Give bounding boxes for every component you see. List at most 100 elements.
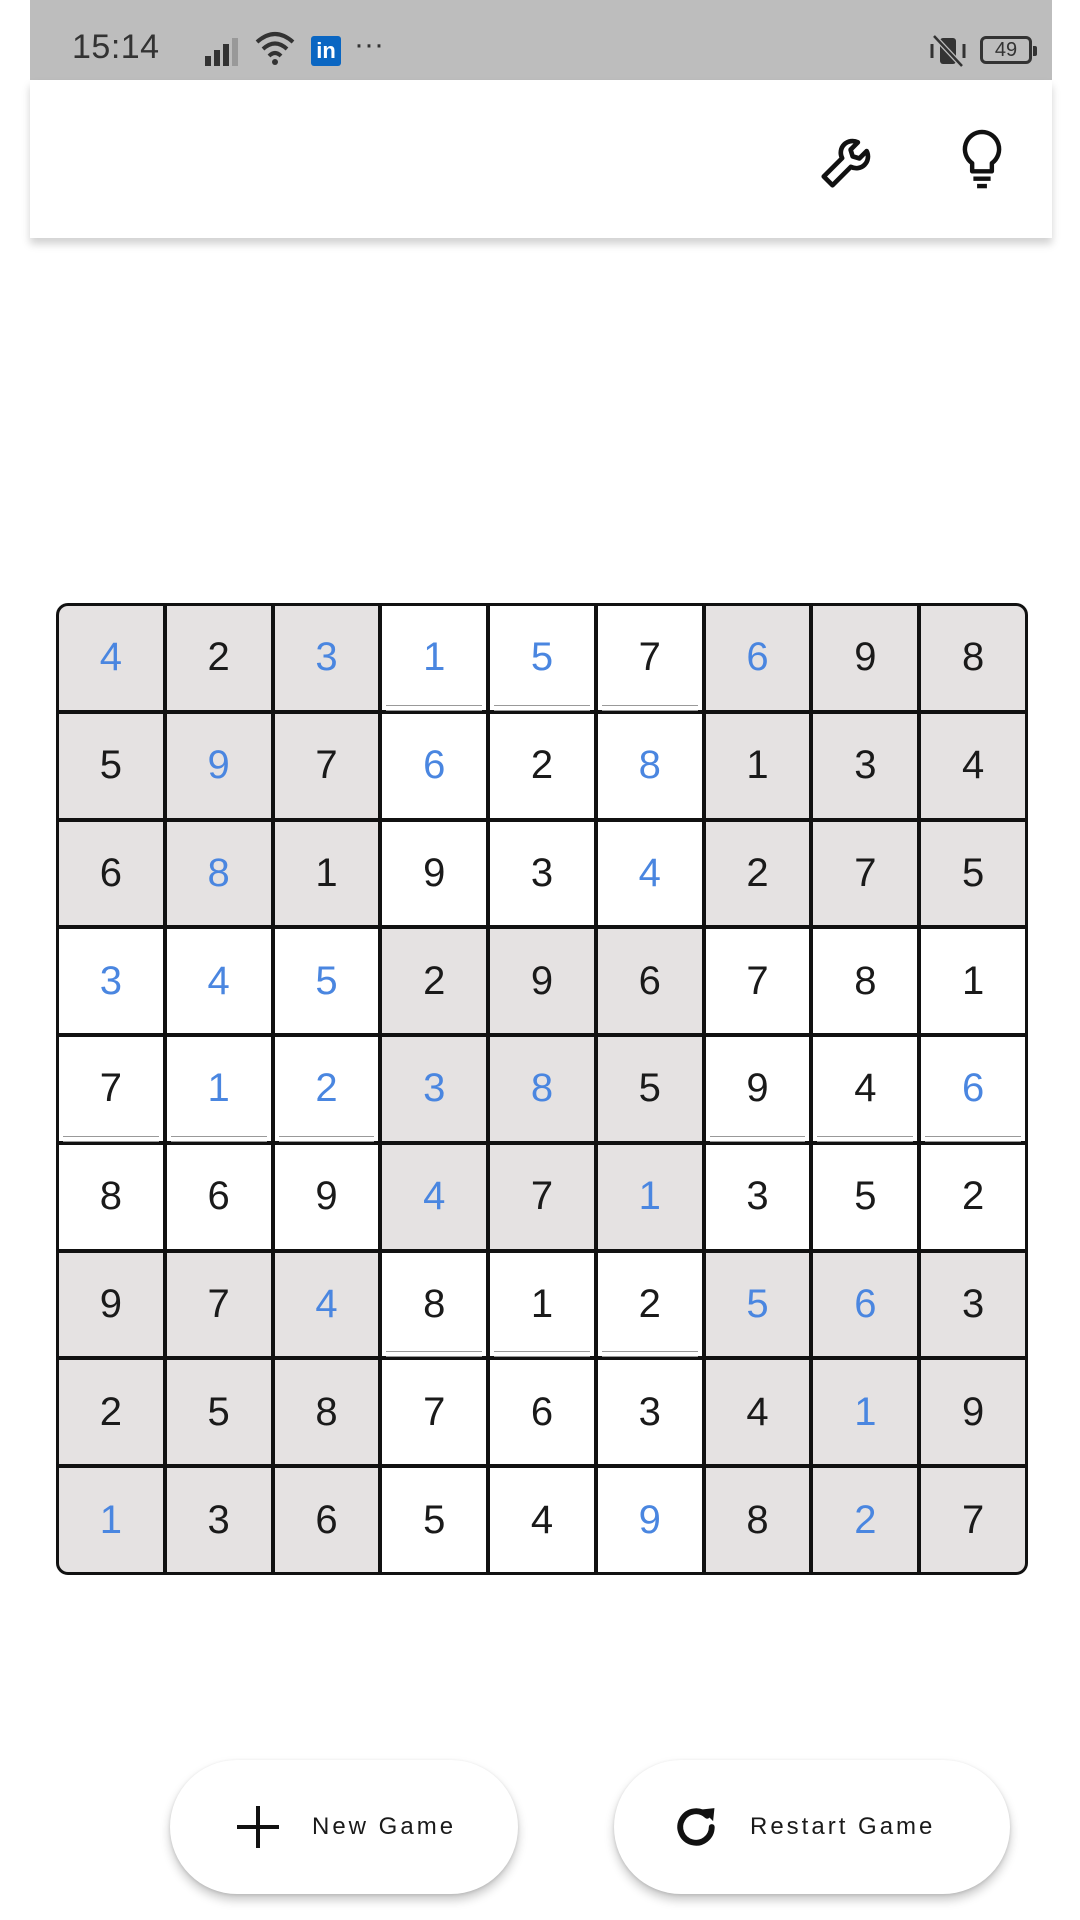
sudoku-cell[interactable]: 8 (274, 1360, 379, 1465)
sudoku-cell[interactable]: 3 (705, 1144, 810, 1249)
sudoku-cell[interactable]: 9 (705, 1037, 810, 1142)
sudoku-cell[interactable]: 6 (166, 1144, 271, 1249)
sudoku-cell[interactable]: 5 (705, 1252, 810, 1357)
new-game-label: New Game (312, 1813, 457, 1840)
sudoku-cell[interactable]: 4 (166, 929, 271, 1034)
restart-icon (666, 1797, 726, 1857)
sudoku-cell[interactable]: 7 (166, 1252, 271, 1357)
sudoku-cell[interactable]: 8 (382, 1252, 487, 1358)
sudoku-cell[interactable]: 3 (921, 1252, 1025, 1357)
sudoku-cell[interactable]: 1 (59, 1468, 163, 1572)
sudoku-cell[interactable]: 6 (274, 1468, 379, 1572)
sudoku-cell[interactable]: 8 (813, 929, 918, 1034)
restart-game-label: Restart Game (750, 1813, 936, 1840)
sudoku-cell[interactable]: 2 (59, 1360, 163, 1465)
restart-game-button[interactable]: Restart Game (614, 1760, 1010, 1894)
sudoku-cell[interactable]: 1 (813, 1360, 918, 1465)
status-bar: 15:14 in ··· 49 (30, 0, 1052, 80)
sudoku-cell[interactable]: 7 (274, 713, 379, 818)
sudoku-cell[interactable]: 7 (490, 1144, 594, 1249)
sudoku-cell[interactable]: 7 (59, 1037, 163, 1142)
sudoku-cell[interactable]: 4 (597, 821, 702, 926)
sudoku-cell[interactable]: 5 (274, 929, 379, 1034)
sudoku-cell[interactable]: 7 (382, 1360, 487, 1465)
sudoku-cell[interactable]: 5 (597, 1037, 702, 1141)
status-time: 15:14 (72, 28, 160, 66)
sudoku-cell[interactable]: 4 (59, 606, 163, 710)
lightbulb-icon (962, 129, 1002, 189)
sudoku-cell[interactable]: 9 (921, 1360, 1025, 1465)
sudoku-cell[interactable]: 8 (166, 821, 271, 926)
hint-button[interactable] (937, 114, 1027, 204)
sudoku-cell[interactable]: 6 (921, 1037, 1025, 1142)
vibrate-off-icon (930, 34, 966, 68)
sudoku-cell[interactable]: 1 (921, 929, 1025, 1034)
sudoku-cell[interactable]: 6 (59, 821, 163, 926)
sudoku-cell[interactable]: 3 (274, 606, 379, 710)
sudoku-cell[interactable]: 3 (490, 821, 594, 926)
sudoku-cell[interactable]: 2 (382, 929, 487, 1034)
sudoku-cell[interactable]: 5 (166, 1360, 271, 1465)
sudoku-cell[interactable]: 2 (490, 713, 594, 818)
sudoku-cell[interactable]: 3 (382, 1037, 487, 1141)
sudoku-cell[interactable]: 1 (490, 1252, 594, 1358)
sudoku-cell[interactable]: 7 (921, 1468, 1025, 1572)
sudoku-grid: 4231576985976281346819342753452967817123… (59, 606, 1025, 1572)
sudoku-cell[interactable]: 2 (166, 606, 271, 710)
sudoku-cell[interactable]: 4 (382, 1144, 487, 1249)
sudoku-cell[interactable]: 1 (597, 1144, 702, 1249)
sudoku-cell[interactable]: 7 (705, 929, 810, 1034)
sudoku-cell[interactable]: 5 (490, 606, 594, 711)
sudoku-cell[interactable]: 9 (490, 929, 594, 1034)
wifi-icon (255, 32, 295, 65)
wrench-icon (821, 138, 871, 188)
sudoku-cell[interactable]: 8 (490, 1037, 594, 1141)
sudoku-cell[interactable]: 5 (813, 1144, 918, 1249)
sudoku-cell[interactable]: 6 (705, 606, 810, 710)
sudoku-cell[interactable]: 9 (166, 713, 271, 818)
sudoku-cell[interactable]: 7 (597, 606, 702, 711)
more-notifications-icon: ··· (354, 28, 384, 61)
sudoku-cell[interactable]: 2 (921, 1144, 1025, 1249)
sudoku-cell[interactable]: 7 (813, 821, 918, 926)
sudoku-board: 4231576985976281346819342753452967817123… (56, 603, 1028, 1575)
sudoku-cell[interactable]: 1 (166, 1037, 271, 1142)
sudoku-cell[interactable]: 6 (490, 1360, 594, 1465)
plus-icon (228, 1797, 288, 1857)
sudoku-cell[interactable]: 3 (59, 929, 163, 1034)
sudoku-cell[interactable]: 5 (382, 1468, 487, 1572)
sudoku-cell[interactable]: 3 (813, 713, 918, 818)
sudoku-cell[interactable]: 9 (597, 1468, 702, 1572)
sudoku-cell[interactable]: 2 (705, 821, 810, 926)
sudoku-cell[interactable]: 3 (166, 1468, 271, 1572)
sudoku-cell[interactable]: 4 (813, 1037, 918, 1142)
sudoku-cell[interactable]: 1 (382, 606, 487, 711)
sudoku-cell[interactable]: 8 (705, 1468, 810, 1572)
app-bar (30, 80, 1052, 238)
sudoku-cell[interactable]: 9 (813, 606, 918, 710)
sudoku-cell[interactable]: 1 (274, 821, 379, 926)
signal-icon (205, 38, 238, 66)
sudoku-cell[interactable]: 9 (274, 1144, 379, 1249)
sudoku-cell[interactable]: 4 (490, 1468, 594, 1572)
sudoku-cell[interactable]: 9 (382, 821, 487, 926)
sudoku-cell[interactable]: 3 (597, 1360, 702, 1465)
sudoku-cell[interactable]: 5 (921, 821, 1025, 926)
sudoku-cell[interactable]: 2 (813, 1468, 918, 1572)
sudoku-cell[interactable]: 5 (59, 713, 163, 818)
sudoku-cell[interactable]: 6 (597, 929, 702, 1034)
sudoku-cell[interactable]: 8 (921, 606, 1025, 710)
sudoku-cell[interactable]: 4 (705, 1360, 810, 1465)
sudoku-cell[interactable]: 8 (597, 713, 702, 818)
sudoku-cell[interactable]: 1 (705, 713, 810, 818)
sudoku-cell[interactable]: 2 (274, 1037, 379, 1142)
sudoku-cell[interactable]: 6 (813, 1252, 918, 1357)
sudoku-cell[interactable]: 8 (59, 1144, 163, 1249)
sudoku-cell[interactable]: 2 (597, 1252, 702, 1358)
sudoku-cell[interactable]: 4 (921, 713, 1025, 818)
settings-button[interactable] (805, 114, 895, 204)
sudoku-cell[interactable]: 4 (274, 1252, 379, 1357)
sudoku-cell[interactable]: 6 (382, 713, 487, 818)
sudoku-cell[interactable]: 9 (59, 1252, 163, 1357)
new-game-button[interactable]: New Game (170, 1760, 518, 1894)
